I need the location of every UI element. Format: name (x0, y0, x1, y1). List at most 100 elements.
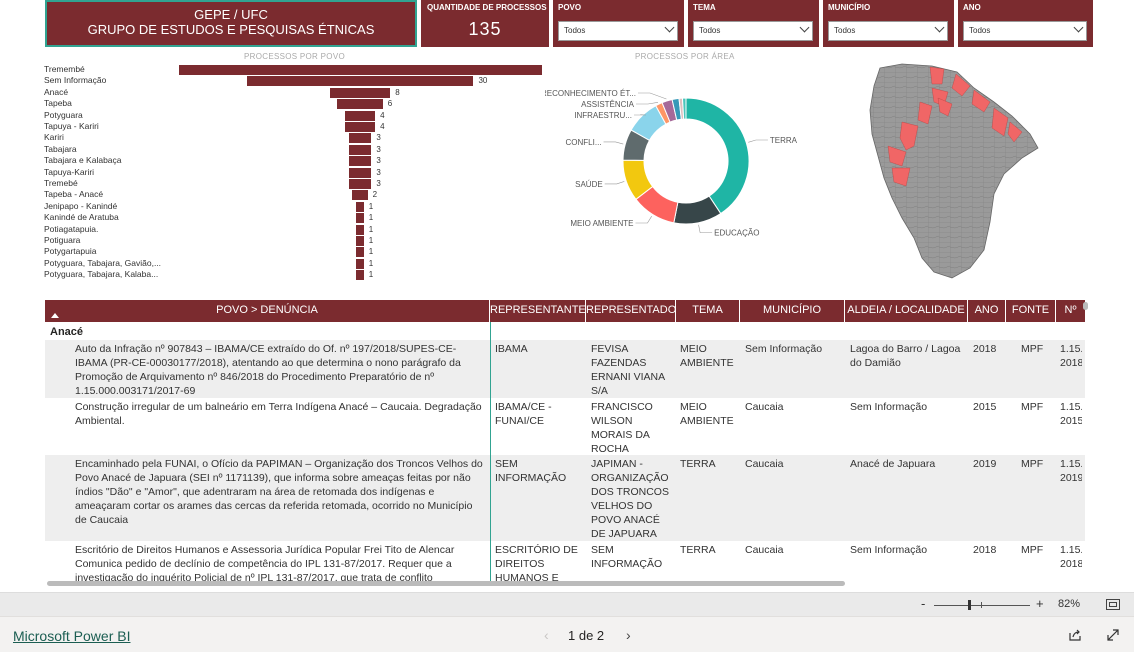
col-header-representante[interactable]: REPRESENTANTE (490, 300, 586, 322)
slicer-dropdown-povo[interactable]: Todos (558, 21, 678, 41)
bar-category-label: Anacé (44, 86, 69, 97)
bar[interactable] (356, 213, 364, 224)
sort-ascending-icon (51, 313, 59, 318)
cell-representado: FRANCISCO WILSON MORAIS DA ROCHA (591, 401, 653, 455)
donut-leader-line (635, 216, 652, 224)
bar-category-label: Kariri (44, 132, 64, 143)
power-bi-link[interactable]: Microsoft Power BI (13, 628, 130, 644)
bar-row[interactable]: Tapeba - Anacé 2 (44, 189, 544, 201)
bar[interactable] (348, 133, 372, 144)
donut-slice[interactable] (685, 97, 750, 215)
bar-value-label: 1 (368, 201, 374, 211)
share-icon[interactable] (1068, 628, 1082, 642)
slicer-value: Todos (699, 26, 721, 35)
bar[interactable] (329, 87, 391, 98)
bar-row[interactable]: Tabajara e Kalabaça 3 (44, 155, 544, 167)
col-header-denuncia[interactable]: POVO > DENÚNCIA (45, 300, 490, 322)
table-row[interactable]: Construção irregular de um balneário em … (45, 398, 1085, 455)
cell-fonte: MPF (1021, 458, 1044, 470)
bar-row[interactable]: Tremebé 3 (44, 178, 544, 189)
bar-row[interactable]: Potiguara 1 (44, 235, 544, 246)
bar[interactable] (356, 258, 364, 269)
bar-row[interactable]: Tremembé (44, 64, 544, 75)
bar-chart-povo[interactable]: Tremembé Sem Informação 30 Anacé 8 Tapeba 6 Pot… (44, 64, 544, 289)
bar[interactable] (356, 236, 364, 246)
bar[interactable] (348, 179, 372, 189)
ceara-map[interactable] (862, 62, 1047, 287)
bar[interactable] (352, 190, 368, 201)
next-page-button[interactable]: › (626, 627, 631, 643)
bar-row[interactable]: Potyguara, Tabajara, Gavião,... 1 (44, 258, 544, 269)
bar-value-label: 1 (368, 213, 374, 223)
bar[interactable] (356, 224, 364, 235)
table-row[interactable]: Auto da Infração nº 907843 – IBAMA/CE ex… (45, 340, 1085, 398)
vertical-scrollbar[interactable] (1083, 302, 1088, 310)
bar[interactable] (246, 76, 474, 87)
fit-to-page-icon[interactable] (1106, 599, 1120, 610)
cell-representante: IBAMA (495, 343, 528, 355)
bar-row[interactable]: Jenipapo - Kanindé 1 (44, 201, 544, 212)
zoom-slider-thumb[interactable] (968, 600, 971, 610)
table-row[interactable]: Escritório de Direitos Humanos e Assesso… (45, 541, 1085, 586)
process-table: POVO > DENÚNCIA REPRESENTANTE REPRESENTA… (45, 300, 1085, 586)
zoom-in-button[interactable]: + (1036, 596, 1044, 611)
bar-value-label: 1 (368, 247, 374, 257)
bar[interactable] (344, 110, 376, 121)
zoom-slider[interactable] (934, 605, 1030, 606)
table-header: POVO > DENÚNCIA REPRESENTANTE REPRESENTA… (45, 300, 1085, 322)
col-header-numero[interactable]: Nº (1056, 300, 1085, 322)
cell-aldeia: Anacé de Japuara (850, 458, 936, 470)
cell-numero: 1.15. 2015 (1060, 401, 1082, 427)
bar[interactable] (356, 201, 364, 212)
bar[interactable] (178, 65, 542, 75)
table-row[interactable]: Encaminhado pela FUNAI, o Ofício da PAPI… (45, 455, 1085, 541)
horizontal-scrollbar[interactable] (47, 581, 845, 586)
col-header-municipio[interactable]: MUNICÍPIO (740, 300, 845, 322)
bar[interactable] (344, 122, 376, 132)
bar-row[interactable]: Tapuya - Kariri 4 (44, 121, 544, 132)
bar-row[interactable]: Potiagatapuia. 1 (44, 224, 544, 235)
col-header-tema[interactable]: TEMA (676, 300, 740, 322)
bar-value-label: 4 (380, 122, 385, 131)
donut-chart-area[interactable]: TERRA EDUCAÇÃO MEIO AMBIENTE SAÚDE CONFLI...… (545, 64, 835, 289)
bar-value-label: 4 (380, 110, 385, 120)
bar[interactable] (356, 247, 364, 258)
slicer-dropdown-ano[interactable]: Todos (963, 21, 1087, 41)
table-group-label[interactable]: Anacé (45, 324, 83, 340)
zoom-out-button[interactable]: - (921, 596, 925, 611)
previous-page-button[interactable]: ‹ (544, 627, 549, 643)
bar[interactable] (348, 144, 372, 155)
bar-value-label: 1 (368, 270, 374, 280)
zoom-bar: - + 82% (0, 592, 1134, 616)
bar-row[interactable]: Tapuya-Kariri 3 (44, 167, 544, 178)
bar-row[interactable]: Potyguara, Tabajara, Kalaba... 1 (44, 269, 544, 281)
col-header-ano[interactable]: ANO (968, 300, 1006, 322)
cell-representante: SEM INFORMAÇÃO (495, 458, 567, 484)
col-header-representado[interactable]: REPRESENTADO (586, 300, 676, 322)
page-indicator: 1 de 2 (568, 628, 605, 643)
bar-row[interactable]: Tabajara 3 (44, 144, 544, 155)
bar[interactable] (356, 270, 364, 281)
bar-row[interactable]: Potygartapuia 1 (44, 246, 544, 258)
bar-row[interactable]: Potyguara 4 (44, 110, 544, 121)
fullscreen-icon[interactable] (1106, 628, 1120, 642)
bar-row[interactable]: Kariri 3 (44, 132, 544, 144)
slicer-label: TEMA (693, 3, 716, 12)
bar-row[interactable]: Anacé 8 (44, 87, 544, 98)
bar-row[interactable]: Tapeba 6 (44, 98, 544, 110)
bar[interactable] (348, 167, 372, 178)
bar-row[interactable]: Kanindé de Aratuba 1 (44, 212, 544, 224)
bar-category-label: Tremebé (44, 178, 78, 188)
bar[interactable] (337, 99, 383, 110)
slicer-tema: TEMA Todos (688, 0, 819, 47)
slicer-dropdown-municipio[interactable]: Todos (828, 21, 948, 41)
col-header-fonte[interactable]: FONTE (1006, 300, 1056, 322)
donut-slice[interactable] (681, 97, 687, 120)
col-header-aldeia[interactable]: ALDEIA / LOCALIDADE (845, 300, 968, 322)
donut-leader-line (604, 181, 625, 185)
donut-slice-label: CONFLI... (566, 138, 602, 147)
slicer-dropdown-tema[interactable]: Todos (693, 21, 813, 41)
bar[interactable] (348, 156, 372, 167)
bar-row[interactable]: Sem Informação 30 (44, 75, 544, 87)
bar-category-label: Tapuya - Kariri (44, 121, 99, 131)
